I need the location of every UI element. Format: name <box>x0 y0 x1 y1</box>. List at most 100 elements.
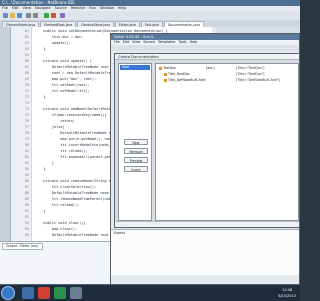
netbeans-icon[interactable] <box>54 287 66 299</box>
insert-button[interactable]: Insert <box>124 166 148 172</box>
line-number: 64 <box>24 47 29 51</box>
line-number: 81 <box>24 149 29 153</box>
tree-node-attributes: [Title="TextDoc"] <box>236 72 265 76</box>
line-number: 83 <box>24 161 29 165</box>
line-number: 87 <box>24 185 29 189</box>
code-text: this.doc = doc; <box>35 35 84 39</box>
line-number: 95 <box>24 233 29 237</box>
line-number: 88 <box>24 191 29 195</box>
events-panel: Events <box>111 229 299 275</box>
line-number: 86 <box>24 179 29 183</box>
new-button[interactable]: New <box>124 139 148 145</box>
folder-icon <box>164 78 167 82</box>
tree-node-label: Title_DefNoteBuilChart <box>168 78 206 82</box>
code-text: return; <box>35 119 76 123</box>
line-number: 92 <box>24 215 29 219</box>
browser-icon[interactable] <box>38 287 50 299</box>
dialog-status-bar <box>115 221 299 227</box>
code-text: }else{ <box>35 125 65 129</box>
tree-node-tag: [doc] <box>206 66 215 70</box>
line-number: 94 <box>24 227 29 231</box>
code-text: ttt.setRoot(root); <box>35 83 90 87</box>
debug-icon[interactable] <box>51 13 56 18</box>
line-number: 72 <box>24 95 29 99</box>
tree-node-attributes: [Title="TextDoc"] <box>236 66 265 70</box>
code-text: map.put(e.getName(), node); <box>35 137 118 141</box>
code-text: update(); <box>35 41 71 45</box>
line-number: 73 <box>24 101 29 105</box>
undo-icon[interactable] <box>26 13 31 18</box>
line-number: 66 <box>24 59 29 63</box>
line-number: 90 <box>24 203 29 207</box>
code-text: ttt.removeNodeFromParent(node); <box>35 197 118 201</box>
dialog-title: Create Documentation <box>115 54 299 60</box>
code-text: map.put("doc", root); <box>35 77 97 81</box>
line-number: 71 <box>24 89 29 93</box>
line-number: 70 <box>24 83 29 87</box>
new-file-icon[interactable] <box>3 13 8 18</box>
code-text: if(map.containsKey(name)){ <box>35 113 107 117</box>
clock[interactable]: 11:08 5/23/2013 <box>276 287 298 299</box>
ide-side-panel[interactable] <box>0 27 11 241</box>
code-text: } <box>35 167 46 171</box>
line-number: 93 <box>24 221 29 225</box>
preview-button[interactable]: Preview <box>124 157 148 163</box>
tree-node-attributes: [Title="DefNoteBuilChart"] <box>236 78 281 82</box>
line-number: 82 <box>24 155 29 159</box>
line-number: 75 <box>24 113 29 117</box>
start-button[interactable] <box>1 286 15 300</box>
code-text: private void removeNode(String name){ <box>35 179 122 183</box>
list-item-root[interactable]: Root <box>120 65 150 70</box>
line-number: 84 <box>24 167 29 171</box>
line-number: 65 <box>24 53 29 57</box>
folder-icon <box>159 66 162 70</box>
save-icon[interactable] <box>17 13 22 18</box>
run-icon[interactable] <box>44 13 49 18</box>
line-number: 78 <box>24 131 29 135</box>
open-folder-icon[interactable] <box>10 13 15 18</box>
events-label: Events <box>114 231 126 235</box>
tree-node-label: TextDoc <box>163 66 177 70</box>
line-number: 80 <box>24 143 29 147</box>
code-text: } <box>35 209 46 213</box>
editor-tab-strip: ElementNode.java ElementRoot.java GeneralS… <box>0 20 300 28</box>
clock-date: 5/23/2013 <box>278 294 296 298</box>
code-text: public void clear(){ <box>35 221 86 225</box>
code-text: private void update() { <box>35 59 92 63</box>
line-number: 85 <box>24 173 29 177</box>
code-text: } <box>35 47 46 51</box>
line-number: 63 <box>24 41 29 45</box>
redo-icon[interactable] <box>33 13 38 18</box>
line-number: 67 <box>24 65 29 69</box>
build-icon[interactable] <box>60 13 65 18</box>
tree-node[interactable]: TextDoc <box>159 66 176 71</box>
code-text: ttt.clearSelection(); <box>35 185 97 189</box>
code-text: ttt.reload(); <box>35 149 88 153</box>
code-text: } <box>35 161 54 165</box>
line-number: 89 <box>24 197 29 201</box>
code-text: map.clear(); <box>35 227 78 231</box>
code-text: ttt.setModel(ttt); <box>35 89 90 93</box>
line-number: 62 <box>24 35 29 39</box>
remove-button[interactable]: Remove <box>124 148 148 154</box>
java-app-icon[interactable] <box>70 287 82 299</box>
explorer-icon[interactable] <box>22 287 34 299</box>
line-number: 76 <box>24 119 29 123</box>
code-text: ttt.reload(); <box>35 203 80 207</box>
line-number: 69 <box>24 77 29 81</box>
tree-node[interactable]: Title_DefNoteBuilChart <box>164 78 206 83</box>
output-tab[interactable]: Output - Editor (run) <box>2 243 43 250</box>
line-number: 77 <box>24 125 29 129</box>
line-number: 61 <box>24 29 29 33</box>
create-documentation-dialog: Create Documentation Root New Remove Previ… <box>114 53 300 228</box>
tree-node-label: Title_TextDoc <box>168 72 190 76</box>
code-text: } <box>35 95 46 99</box>
line-number: 91 <box>24 209 29 213</box>
folder-icon <box>164 72 167 76</box>
tree-node[interactable]: Title_TextDoc <box>164 72 190 77</box>
documentation-tree[interactable]: TextDoc [doc] [Title="TextDoc"] Title_TextD… <box>155 63 299 221</box>
app-toolbar-area <box>111 45 299 51</box>
line-number: 74 <box>24 107 29 111</box>
taskbar: 11:08 5/23/2013 <box>0 284 300 301</box>
line-number: 79 <box>24 137 29 141</box>
